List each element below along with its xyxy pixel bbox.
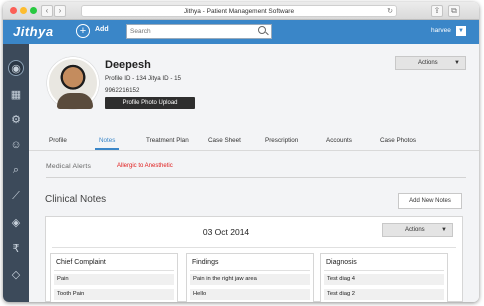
sidebar-item-billing[interactable]: ₹ bbox=[8, 240, 24, 256]
settings-icon: ⚙ bbox=[11, 113, 21, 126]
divider bbox=[54, 270, 174, 271]
divider bbox=[46, 177, 466, 178]
app-logo[interactable]: Jithya bbox=[13, 24, 54, 39]
profile-photo-upload-button[interactable]: Profile Photo Upload bbox=[105, 97, 195, 109]
divider bbox=[190, 270, 310, 271]
sidebar-item-user[interactable]: ☺ bbox=[8, 137, 24, 153]
note-date: 03 Oct 2014 bbox=[202, 227, 250, 237]
sidebar-item-offers[interactable]: ◇ bbox=[8, 266, 24, 282]
note-actions-dropdown[interactable]: Actions ▼ bbox=[382, 223, 453, 237]
actions-label: Actions bbox=[405, 227, 425, 233]
address-bar[interactable]: Jithya - Patient Management Software ↻ bbox=[81, 5, 397, 17]
actions-label: Actions bbox=[418, 60, 438, 66]
chevron-down-icon[interactable]: ▼ bbox=[456, 26, 466, 36]
back-icon[interactable]: ‹ bbox=[41, 5, 53, 17]
app-header: Jithya + Add harvee ▼ bbox=[3, 20, 479, 44]
section-title: Clinical Notes bbox=[45, 194, 107, 205]
add-icon[interactable]: + bbox=[76, 24, 90, 38]
browser-toolbar: ‹ › Jithya - Patient Management Software… bbox=[3, 2, 479, 20]
divider bbox=[29, 150, 479, 151]
rupee-icon: ₹ bbox=[12, 242, 20, 255]
search-icon[interactable] bbox=[258, 26, 266, 34]
caret-down-icon: ▼ bbox=[441, 227, 447, 233]
tab-notes[interactable]: Notes bbox=[99, 137, 115, 144]
tab-profile[interactable]: Profile bbox=[49, 137, 67, 144]
search-input[interactable] bbox=[126, 24, 272, 39]
browser-window: ‹ › Jithya - Patient Management Software… bbox=[3, 2, 479, 302]
dashboard-icon: ◉ bbox=[11, 62, 21, 75]
chief-complaint-panel: Chief Complaint Pain Tooth Pain bbox=[50, 253, 178, 302]
tab-case-sheet[interactable]: Case Sheet bbox=[208, 137, 241, 144]
patient-name: Deepesh bbox=[105, 59, 151, 71]
tag-icon: ◈ bbox=[11, 216, 21, 229]
sidebar: ◉ ▦ ⚙ ☺ ⌕ ⟋ ◈ ₹ ◇ bbox=[3, 44, 29, 302]
reload-icon[interactable]: ↻ bbox=[387, 6, 393, 17]
divider bbox=[52, 247, 456, 248]
sidebar-item-search[interactable]: ⌕ bbox=[8, 162, 24, 178]
findings-panel: Findings Pain in the right jaw area Hell… bbox=[186, 253, 314, 302]
list-item: Test diag 2 bbox=[324, 289, 444, 300]
search-icon: ⌕ bbox=[12, 163, 20, 176]
sidebar-item-calendar[interactable]: ▦ bbox=[8, 86, 24, 102]
chart-icon: ⟋ bbox=[12, 189, 20, 202]
sidebar-item-tags[interactable]: ◈ bbox=[8, 214, 24, 230]
panel-title: Findings bbox=[192, 259, 219, 266]
sidebar-item-settings[interactable]: ⚙ bbox=[8, 111, 24, 127]
sidebar-item-reports[interactable]: ⟋ bbox=[8, 188, 24, 204]
tab-case-photos[interactable]: Case Photos bbox=[380, 137, 416, 144]
note-card: 03 Oct 2014 Actions ▼ Chief Complaint Pa… bbox=[45, 216, 463, 302]
sales-tag-icon: ◇ bbox=[11, 268, 21, 281]
medical-alert-value: Allergic to Anesthetic bbox=[117, 163, 173, 169]
add-new-notes-button[interactable]: Add New Notes bbox=[398, 193, 462, 209]
calendar-icon: ▦ bbox=[10, 88, 22, 101]
share-icon[interactable]: ⇪ bbox=[431, 5, 443, 17]
tab-treatment-plan[interactable]: Treatment Plan bbox=[146, 137, 189, 144]
avatar bbox=[47, 57, 99, 109]
list-item: Tooth Pain bbox=[54, 289, 174, 300]
user-icon: ☺ bbox=[10, 139, 22, 151]
close-window-button[interactable] bbox=[10, 7, 17, 14]
minimize-window-button[interactable] bbox=[20, 7, 27, 14]
medical-alerts-label: Medical Alerts bbox=[46, 163, 92, 170]
main-content: Deepesh Profile ID - 134 Jitya ID - 15 9… bbox=[29, 44, 479, 302]
tab-prescription[interactable]: Prescription bbox=[265, 137, 298, 144]
forward-icon[interactable]: › bbox=[54, 5, 66, 17]
username[interactable]: harvee bbox=[431, 27, 451, 34]
caret-down-icon: ▼ bbox=[454, 60, 460, 66]
tabs-overview-icon[interactable]: ⧉ bbox=[448, 5, 460, 17]
actions-dropdown[interactable]: Actions ▼ bbox=[395, 56, 466, 70]
panel-title: Diagnosis bbox=[326, 259, 357, 266]
list-item: Test diag 4 bbox=[324, 274, 444, 285]
page-title: Jithya - Patient Management Software bbox=[183, 8, 295, 15]
list-item: Pain bbox=[54, 274, 174, 285]
list-item: Hello bbox=[190, 289, 310, 300]
sidebar-item-dashboard[interactable]: ◉ bbox=[8, 60, 24, 76]
add-label[interactable]: Add bbox=[95, 26, 109, 33]
list-item: Pain in the right jaw area bbox=[190, 274, 310, 285]
tab-bar: Profile Notes Treatment Plan Case Sheet … bbox=[29, 134, 479, 150]
patient-phone: 9962216152 bbox=[105, 87, 140, 94]
panel-title: Chief Complaint bbox=[56, 259, 106, 266]
diagnosis-panel: Diagnosis Test diag 4 Test diag 2 bbox=[320, 253, 448, 302]
patient-id: Profile ID - 134 Jitya ID - 15 bbox=[105, 75, 181, 82]
avatar-shirt bbox=[57, 93, 93, 109]
divider bbox=[324, 270, 444, 271]
zoom-window-button[interactable] bbox=[30, 7, 37, 14]
tab-accounts[interactable]: Accounts bbox=[326, 137, 352, 144]
